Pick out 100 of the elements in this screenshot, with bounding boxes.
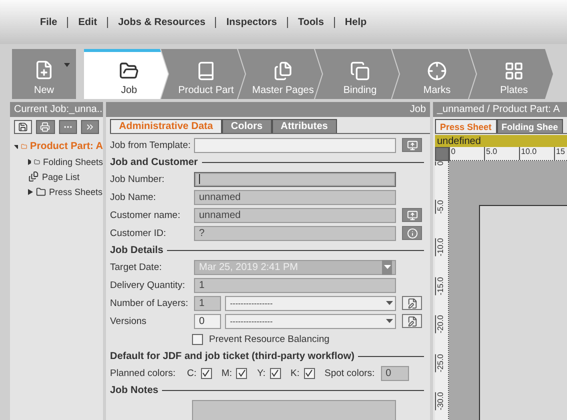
collapsed-arrow-icon xyxy=(28,188,33,194)
checkbox-label: K: xyxy=(290,368,300,378)
ruler-label: 15 xyxy=(554,147,567,160)
dropdown-arrow-icon xyxy=(384,265,390,269)
save-icon xyxy=(18,122,28,132)
tree-item[interactable]: Page List xyxy=(14,170,103,183)
files-icon xyxy=(273,61,293,81)
collapsed-arrow-icon xyxy=(28,158,31,164)
checkbox[interactable] xyxy=(270,368,281,378)
menu-item[interactable]: Help xyxy=(344,14,367,30)
info-button[interactable] xyxy=(402,226,422,240)
input-field[interactable] xyxy=(194,138,396,152)
dropdown-arrow-icon xyxy=(386,319,393,323)
input-field[interactable]: 1 xyxy=(194,278,396,292)
tree-item[interactable]: Press Sheets xyxy=(14,185,103,198)
section-title: Job and Customer xyxy=(110,157,198,168)
checkbox[interactable] xyxy=(304,368,314,378)
grid-icon xyxy=(504,61,524,81)
workflow-step[interactable]: Marks xyxy=(392,49,476,99)
field-label: Target Date: xyxy=(110,262,163,272)
menu-item[interactable]: Inspectors xyxy=(226,14,277,30)
input-field[interactable] xyxy=(194,172,396,186)
edit-button[interactable] xyxy=(402,296,422,310)
ruler-label: 5.0 xyxy=(484,147,519,160)
tab[interactable]: Folding Shee xyxy=(496,119,564,133)
input-field[interactable]: ? xyxy=(194,226,396,240)
workflow-step[interactable]: Plates xyxy=(469,49,553,99)
input-field[interactable]: 0 xyxy=(380,366,409,380)
checkbox-label: Y: xyxy=(257,368,266,378)
field-label: Customer name: xyxy=(110,210,182,220)
import-button[interactable] xyxy=(402,138,422,152)
new-button[interactable]: New xyxy=(12,49,76,99)
copy-icon xyxy=(350,61,370,81)
edit-button[interactable] xyxy=(402,314,422,328)
field-label: Customer ID: xyxy=(110,228,167,238)
ruler-label: 0 xyxy=(435,161,445,166)
checkbox-label: M: xyxy=(222,368,232,378)
ruler-label: 0 xyxy=(449,147,484,160)
ruler-label: -25.0 xyxy=(435,354,445,372)
print-button[interactable] xyxy=(36,120,54,134)
folder-icon xyxy=(36,186,46,196)
import-button[interactable] xyxy=(402,208,422,222)
forward-icon xyxy=(84,122,95,132)
folder-icon xyxy=(34,156,40,166)
input-field[interactable]: unnamed xyxy=(194,190,396,204)
section-title: Default for JDF and job ticket (third-party workflow) xyxy=(110,351,354,362)
status-bar: undefined xyxy=(435,135,567,147)
panel-title: Current Job:_unna... xyxy=(14,104,103,115)
menu-item[interactable]: Edit xyxy=(78,14,98,30)
field-label: Job from Template: xyxy=(110,140,192,150)
caret-icon xyxy=(64,63,70,67)
more-button[interactable] xyxy=(58,120,77,134)
count-field[interactable]: 0 xyxy=(194,314,221,328)
checkbox-label: C: xyxy=(187,368,196,378)
dropdown[interactable]: ---------------- xyxy=(225,314,396,328)
input-field[interactable]: unnamed xyxy=(194,208,396,222)
edit-icon xyxy=(406,298,418,308)
field-label: Spot colors: xyxy=(324,368,375,378)
ruler-label: -5.0 xyxy=(435,200,445,214)
tab[interactable]: Press Sheet xyxy=(435,119,497,133)
book-icon xyxy=(196,61,216,81)
edit-icon xyxy=(406,316,418,326)
checkbox[interactable] xyxy=(192,334,203,344)
tree-item[interactable]: Folding Sheets xyxy=(14,155,103,168)
file-plus-icon xyxy=(34,60,54,80)
ruler-label: -20.0 xyxy=(435,315,445,334)
workflow-step[interactable]: Master Pages xyxy=(238,49,322,99)
menu-item[interactable]: File xyxy=(40,14,58,30)
menu-item[interactable]: Tools xyxy=(298,14,324,30)
info-icon xyxy=(406,228,418,238)
save-button[interactable] xyxy=(14,120,32,134)
tab[interactable]: Attributes xyxy=(272,119,337,133)
tab[interactable]: Colors xyxy=(222,119,272,133)
field-label: Number of Layers: xyxy=(110,298,190,308)
checkbox-label: Prevent Resource Balancing xyxy=(209,334,330,344)
dropdown-arrow-icon xyxy=(386,301,393,305)
menu-item[interactable]: Jobs & Resources xyxy=(118,14,206,30)
field-label: Planned colors: xyxy=(110,368,176,378)
tab[interactable]: Administrative Data xyxy=(110,119,222,133)
ruler-label: -30.0 xyxy=(435,392,445,410)
field-label: Job Number: xyxy=(110,174,166,184)
workflow-step[interactable]: Product Part xyxy=(161,49,245,99)
forward-button[interactable] xyxy=(80,120,99,134)
files-icon xyxy=(28,171,39,182)
ruler-label: 10.0 xyxy=(519,147,554,160)
field-label: Delivery Quantity: xyxy=(110,280,186,290)
checkbox[interactable] xyxy=(200,368,212,378)
section-title: Job Details xyxy=(110,245,164,256)
monitor-icon xyxy=(406,140,418,150)
dropdown-button[interactable] xyxy=(382,260,392,274)
folder-icon xyxy=(20,141,28,152)
checkbox[interactable] xyxy=(236,368,248,378)
ruler-label: -10.0 xyxy=(435,238,445,256)
workflow-step[interactable]: Job xyxy=(84,49,168,99)
monitor-icon xyxy=(406,210,418,220)
panel-title: Job xyxy=(410,104,426,115)
workflow-step[interactable]: Binding xyxy=(315,49,399,99)
field-label: Versions xyxy=(110,316,148,326)
panel-title: _unnamed / Product Part: A xyxy=(437,104,560,115)
field-label: Job Name: xyxy=(110,192,157,202)
